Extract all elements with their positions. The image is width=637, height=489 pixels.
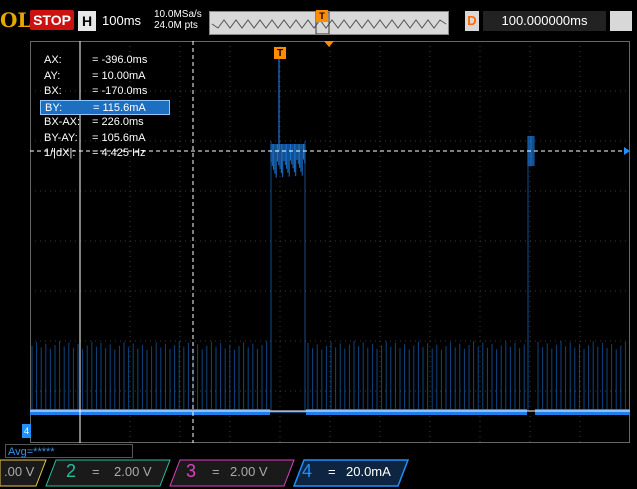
channel-4-coupling: =: [328, 464, 336, 479]
channel-2-scale: 2.00 V: [114, 464, 152, 479]
channel-2-status[interactable]: 2 = 2.00 V: [62, 458, 162, 485]
channel-4-number: 4: [302, 461, 313, 481]
channel-3-scale: 2.00 V: [230, 464, 268, 479]
delay-value[interactable]: 100.000000ms: [483, 11, 606, 31]
channel-4-status[interactable]: 4 = 20.0mA: [298, 458, 398, 485]
horizontal-badge[interactable]: H: [78, 11, 96, 31]
timebase-value[interactable]: 100ms: [102, 11, 141, 31]
trigger-marker-label: T: [277, 48, 283, 59]
meas-row: BY-AY: = 105.6mA: [44, 131, 146, 144]
memory-depth: 24.0M pts: [154, 20, 198, 31]
channel-2-number: 2: [66, 461, 77, 481]
channel-1-scale: .00 V: [4, 464, 35, 479]
channel-2-coupling: =: [92, 464, 100, 479]
trace-baseline: [306, 409, 527, 415]
overview-waveform: [210, 11, 448, 35]
overview-trigger-marker: T: [316, 10, 328, 22]
meas-row: BX: = -170.0ms: [44, 85, 148, 97]
delay-panel-edge: [610, 11, 632, 31]
channel-4-ground-marker[interactable]: 4: [22, 424, 31, 438]
delay-badge[interactable]: D: [465, 11, 479, 31]
waveform-overview[interactable]: T: [209, 10, 449, 35]
run-stop-button[interactable]: STOP: [30, 10, 74, 30]
channel-1-status[interactable]: .00 V: [4, 458, 44, 485]
channel-3-coupling: =: [212, 464, 220, 479]
channel-4-scale: 20.0mA: [346, 464, 391, 479]
meas-row: AX: = -396.0ms: [44, 54, 148, 66]
sample-rate: 10.0MSa/s: [154, 9, 202, 20]
meas-row: BX-AX: = 226.0ms: [44, 116, 144, 128]
brand-logo: OL: [0, 8, 30, 32]
meas-row: 1/|dX|: = 4.425 Hz: [44, 147, 146, 159]
meas-row: AY: = 10.00mA: [44, 69, 146, 82]
acquisition-info: 10.0MSa/s 24.0M pts: [154, 9, 202, 31]
top-bar: OL STOP H 100ms 10.0MSa/s 24.0M pts T D …: [0, 0, 637, 36]
meas-row-selected[interactable]: BY: = 115.6mA: [40, 99, 170, 115]
channel-3-number: 3: [186, 461, 197, 481]
cursor-measurements: AX: = -396.0ms AY: = 10.00mA BX: = -170.0ms…: [40, 53, 170, 162]
channel-3-status[interactable]: 3 = 2.00 V: [182, 458, 292, 485]
bottom-status-bar: Avg=***** .00 V 2 = 2.00 V 3 = 2.00 V 4 …: [0, 443, 637, 489]
